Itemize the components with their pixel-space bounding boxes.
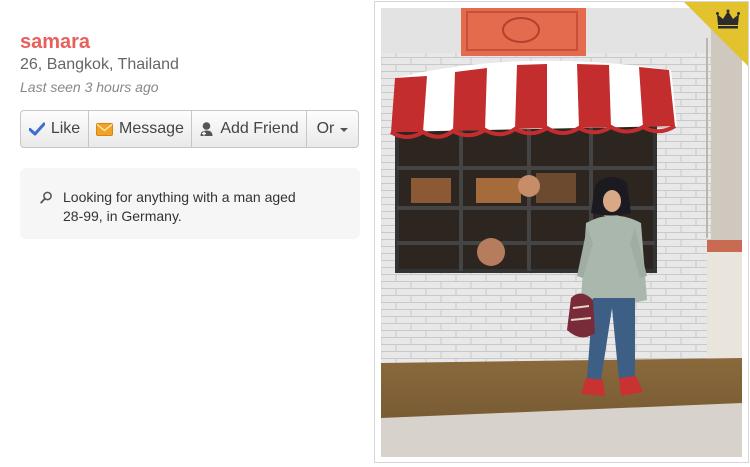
premium-badge — [684, 2, 748, 66]
more-options-dropdown[interactable]: Or — [307, 111, 358, 147]
profile-details: 26, Bangkok, Thailand — [20, 56, 179, 73]
message-button[interactable]: Message — [89, 111, 192, 147]
magnifier-icon — [40, 191, 52, 204]
profile-photo[interactable] — [381, 8, 742, 457]
looking-for-panel: Looking for anything with a man aged 28-… — [20, 168, 360, 239]
like-button[interactable]: Like — [21, 111, 89, 147]
add-friend-button[interactable]: Add Friend — [192, 111, 307, 147]
message-label: Message — [119, 120, 184, 137]
caret-down-icon — [340, 128, 349, 132]
action-buttons: Like Message Add Friend Or — [20, 110, 359, 148]
more-options-label: Or — [316, 120, 335, 137]
looking-for-text: Looking for anything with a man aged 28-… — [63, 189, 296, 224]
crown-icon — [716, 9, 740, 29]
add-person-icon — [200, 122, 213, 136]
envelope-icon — [96, 122, 114, 136]
last-seen: Last seen 3 hours ago — [20, 79, 159, 95]
checkmark-icon — [28, 122, 45, 136]
like-label: Like — [50, 120, 81, 137]
profile-header: samara 26, Bangkok, Thailand Last seen 3… — [20, 30, 179, 96]
add-friend-label: Add Friend — [220, 120, 299, 137]
photo-scene — [381, 8, 742, 457]
profile-photo-frame — [374, 1, 749, 463]
profile-name[interactable]: samara — [20, 30, 179, 54]
